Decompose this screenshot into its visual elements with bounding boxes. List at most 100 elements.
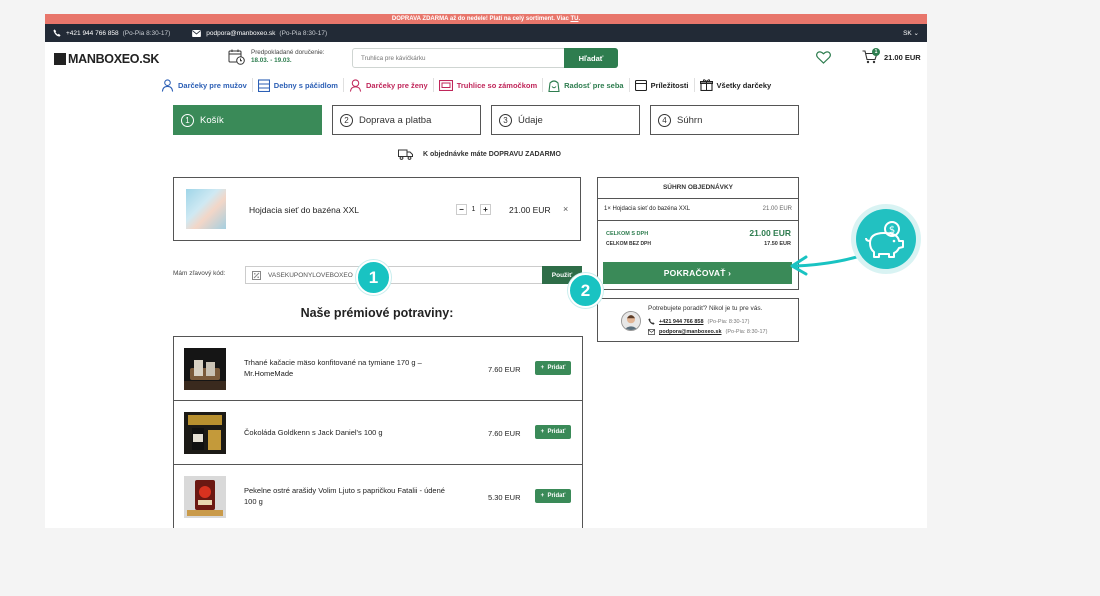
- calendar-clock-icon: [228, 49, 245, 65]
- category-men[interactable]: Darčeky pre mužov: [156, 78, 253, 92]
- topbar-email[interactable]: podpora@manboxeo.sk (Po-Pia 8:30-17): [192, 29, 327, 37]
- free-shipping-notice: K objednávke máte DOPRAVU ZADARMO: [398, 149, 561, 160]
- add-to-cart-button[interactable]: + Pridať: [535, 425, 571, 439]
- promo-bar: DOPRAVA ZDARMA až do nedele! Platí na ce…: [45, 14, 927, 24]
- help-phone-number[interactable]: +421 944 766 858: [659, 319, 704, 325]
- step-number: 3: [499, 113, 512, 127]
- free-shipping-text: K objednávke máte DOPRAVU ZADARMO: [423, 151, 561, 158]
- cart-item-name[interactable]: Hojdacia sieť do bazéna XXL: [249, 205, 359, 215]
- plus-icon: +: [540, 493, 548, 499]
- crate-icon: [257, 78, 270, 92]
- cart-item-price: 21.00 EUR: [509, 205, 551, 215]
- product-price: 7.60 EUR: [488, 429, 521, 438]
- topbar-email-address: podpora@manboxeo.sk: [206, 29, 276, 37]
- topbar-phone[interactable]: +421 944 766 858 (Po-Pia 8:30-17): [53, 29, 170, 37]
- topbar-phone-hours: (Po-Pia 8:30-17): [122, 29, 171, 37]
- product-image: [186, 189, 226, 229]
- promo-suffix: .: [578, 16, 581, 22]
- category-label: Darčeky pre ženy: [365, 80, 428, 90]
- product-price: 7.60 EUR: [488, 365, 521, 374]
- search-button[interactable]: Hľadať: [564, 48, 618, 68]
- total-with-vat-label: CELKOM S DPH: [606, 231, 649, 237]
- category-all[interactable]: Všetky darčeky: [695, 78, 777, 92]
- continue-button[interactable]: POKRAČOVAŤ ›: [603, 262, 792, 284]
- category-women[interactable]: Darčeky pre ženy: [344, 78, 434, 92]
- language-selector[interactable]: SK ⌄: [903, 29, 919, 37]
- product-name[interactable]: Čokoláda Goldkenn s Jack Daniel's 100 g: [244, 427, 449, 438]
- callout-badge-2: 2: [568, 273, 603, 308]
- help-email-address[interactable]: podpora@manboxeo.sk: [659, 329, 722, 335]
- add-label: Pridať: [547, 429, 566, 435]
- coupon-input[interactable]: [266, 270, 543, 280]
- chevron-down-icon: ⌄: [913, 30, 919, 37]
- category-occasions[interactable]: Príležitosti: [630, 78, 695, 92]
- step-number: 2: [340, 113, 353, 127]
- page: DOPRAVA ZDARMA až do nedele! Platí na ce…: [45, 14, 927, 528]
- step-cart[interactable]: 1 Košík: [173, 105, 322, 135]
- summary-line-price: 21.00 EUR: [762, 206, 792, 212]
- category-nav: Darčeky pre mužov Debny s páčidlom Darče…: [156, 78, 776, 92]
- search-input[interactable]: [353, 49, 564, 67]
- order-summary: SÚHRN OBJEDNÁVKY 1× Hojdacia sieť do baz…: [597, 177, 799, 290]
- step-details[interactable]: 3 Údaje: [491, 105, 640, 135]
- category-label: Radosť pre seba: [564, 80, 624, 90]
- help-email-hours: (Po-Pia: 8:30-17): [725, 329, 768, 335]
- category-self[interactable]: Radosť pre seba: [543, 78, 630, 92]
- logo[interactable]: MANBOXEO.SK: [54, 52, 159, 66]
- product-image: [184, 476, 226, 518]
- premium-product-list: Trhané kačacie mäso konfitované na tymia…: [173, 336, 583, 528]
- avatar: [621, 311, 641, 331]
- close-icon[interactable]: ×: [563, 204, 568, 214]
- minus-icon[interactable]: −: [456, 204, 467, 215]
- category-label: Príležitosti: [650, 80, 689, 90]
- coupon-icon: [252, 270, 261, 280]
- cart-count-badge: 1: [872, 48, 880, 56]
- cart-total: 21.00 EUR: [884, 52, 921, 62]
- callout-badge-1: 1: [356, 260, 391, 295]
- woman-icon: [349, 78, 362, 92]
- delivery-estimate: Predpokladané doručenie: 18.03. - 19.03.: [228, 49, 325, 65]
- summary-title: SÚHRN OBJEDNÁVKY: [598, 178, 798, 199]
- promo-text: DOPRAVA ZDARMA až do nedele! Platí na ce…: [391, 16, 569, 22]
- step-summary[interactable]: 4 Súhrn: [650, 105, 799, 135]
- step-shipping[interactable]: 2 Doprava a platba: [332, 105, 481, 135]
- wishlist-heart-icon[interactable]: [816, 51, 831, 69]
- product-name[interactable]: Trhané kačacie mäso konfitované na tymia…: [244, 357, 449, 379]
- step-label: Košík: [200, 114, 224, 126]
- help-question: Potrebujete poradiť? Nikol je tu pre vás…: [648, 305, 763, 312]
- mail-icon: [192, 29, 202, 37]
- piggy-bank-icon: $: [856, 209, 916, 269]
- step-number: 4: [658, 113, 671, 127]
- language-label: SK: [903, 30, 912, 37]
- total-without-vat-value: 17.50 EUR: [764, 241, 791, 247]
- category-chests[interactable]: Truhlice so zámočkom: [434, 78, 544, 92]
- plus-icon: +: [540, 429, 548, 435]
- quantity-value[interactable]: 1: [467, 206, 480, 213]
- truck-icon: [398, 149, 413, 160]
- category-crates[interactable]: Debny s páčidlom: [253, 78, 344, 92]
- help-phone[interactable]: +421 944 766 858 (Po-Pia: 8:30-17): [648, 318, 749, 325]
- man-icon: [161, 78, 174, 92]
- cart-button[interactable]: 1 21.00 EUR: [862, 48, 921, 64]
- total-with-vat-value: 21.00 EUR: [749, 228, 791, 238]
- search-bar: Hľadať: [352, 48, 618, 68]
- logo-box-icon: [54, 53, 66, 65]
- summary-line: 1× Hojdacia sieť do bazéna XXL 21.00 EUR: [598, 199, 798, 221]
- phone-icon: [648, 318, 655, 325]
- help-email[interactable]: podpora@manboxeo.sk (Po-Pia: 8:30-17): [648, 329, 767, 335]
- gift-bag-icon: [548, 79, 560, 92]
- total-without-vat-label: CELKOM BEZ DPH: [606, 241, 651, 247]
- mail-icon: [648, 329, 655, 335]
- category-label: Truhlice so zámočkom: [456, 80, 538, 90]
- plus-icon[interactable]: +: [480, 204, 491, 215]
- add-to-cart-button[interactable]: + Pridať: [535, 489, 571, 503]
- delivery-label: Predpokladané doručenie:: [251, 49, 325, 56]
- product-name[interactable]: Pekelne ostré arašidy Volim Ljuto s papr…: [244, 485, 449, 507]
- category-label: Všetky darčeky: [716, 80, 772, 90]
- gift-icon: [699, 79, 713, 91]
- add-to-cart-button[interactable]: + Pridať: [535, 361, 571, 375]
- product-image: [184, 348, 226, 390]
- category-label: Debny s páčidlom: [273, 80, 338, 90]
- top-bar: +421 944 766 858 (Po-Pia 8:30-17) podpor…: [45, 24, 927, 42]
- checkout-steps: 1 Košík 2 Doprava a platba 3 Údaje 4 Súh…: [173, 105, 809, 135]
